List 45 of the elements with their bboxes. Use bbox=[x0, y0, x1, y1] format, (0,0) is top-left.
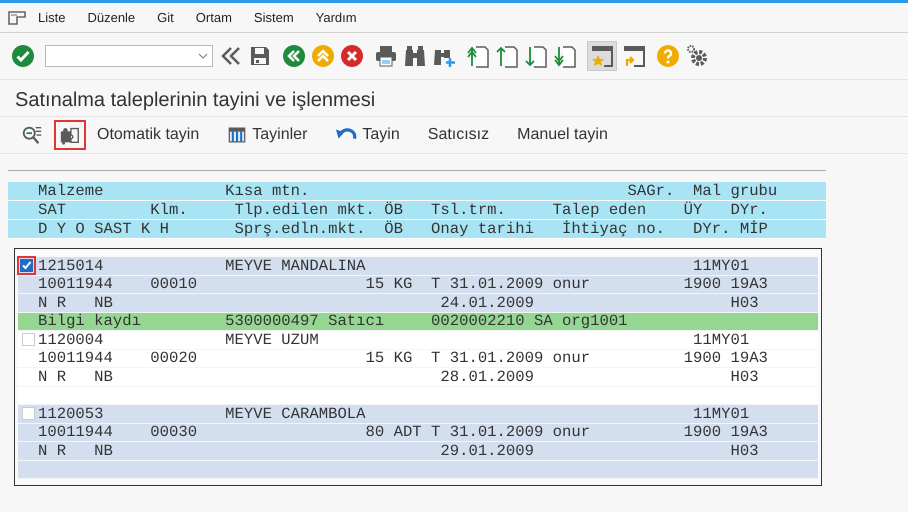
last-page-icon[interactable] bbox=[553, 44, 577, 68]
cancel-icon[interactable] bbox=[340, 44, 364, 68]
list-line: 1120053 MEYVE CARAMBOLA 11MY01 bbox=[38, 404, 750, 423]
menu-icon[interactable] bbox=[8, 10, 26, 24]
toolbar-button[interactable]: Tayin bbox=[330, 120, 405, 150]
toolbar-button[interactable]: Satıcısız bbox=[422, 120, 494, 150]
column-header-line: D Y O SAST K H Sprş.edln.mkt. ÖB Onay tarihi İhtiyaç no. DYr. MİP bbox=[8, 220, 826, 239]
menu-item[interactable]: Yardım bbox=[316, 10, 357, 25]
menu-item[interactable]: Git bbox=[157, 10, 174, 25]
menu-item[interactable]: Düzenle bbox=[87, 10, 136, 25]
menu-item[interactable]: Liste bbox=[38, 10, 66, 25]
next-page-icon[interactable] bbox=[524, 44, 548, 68]
dropdown-caret-icon[interactable] bbox=[198, 53, 208, 59]
list-line: N R NB 28.01.2009 H03 bbox=[38, 368, 759, 386]
toolbar-button[interactable]: Manuel tayin bbox=[512, 120, 613, 150]
checkbox[interactable] bbox=[20, 259, 32, 272]
list-line: 10011944 00010 15 KG T 31.01.2009 onur 1900 19A3 bbox=[38, 275, 768, 294]
save-icon[interactable] bbox=[248, 44, 272, 68]
menu-item[interactable]: Sistem bbox=[254, 10, 294, 25]
toolbar-icon-button[interactable] bbox=[54, 120, 86, 150]
previous-page-icon[interactable] bbox=[495, 44, 519, 68]
toolbar-button[interactable]: Tayinler bbox=[222, 120, 312, 150]
list-line: 1215014 MEYVE MANDALINA 11MY01 bbox=[38, 256, 750, 275]
list-line: N R NB 29.01.2009 H03 bbox=[38, 442, 759, 460]
list-line: 10011944 00030 80 ADT T 31.01.2009 onur 1900 19A3 bbox=[38, 423, 768, 442]
list-line: N R NB 24.01.2009 H03 bbox=[38, 294, 759, 312]
screen-title: Satınalma taleplerinin tayini ve işlenmesi bbox=[14, 88, 376, 112]
print-icon[interactable] bbox=[374, 44, 398, 68]
column-header-line: Malzeme Kısa mtn. SAGr. Mal grubu bbox=[8, 182, 826, 201]
menu-item[interactable]: Ortam bbox=[196, 10, 232, 25]
back-icon[interactable] bbox=[282, 44, 306, 68]
grid-icon[interactable] bbox=[227, 125, 248, 145]
first-page-icon[interactable] bbox=[466, 44, 490, 68]
select-list-icon[interactable] bbox=[21, 124, 43, 146]
list-line: Bilgi kaydı 5300000497 Satıcı 0020002210 SA org1001 bbox=[38, 312, 628, 330]
settings-icon[interactable] bbox=[685, 44, 709, 68]
command-field[interactable] bbox=[45, 45, 213, 67]
window-arrow-icon[interactable] bbox=[622, 44, 646, 68]
confirm-icon[interactable] bbox=[11, 44, 35, 68]
column-header-line: SAT Klm. Tlp.edilen mkt. ÖB Tsl.trm. Talep eden ÜY DYr. bbox=[8, 201, 826, 220]
list-line: 10011944 00020 15 KG T 31.01.2009 onur 1900 19A3 bbox=[38, 349, 768, 368]
list-line: 1120004 MEYVE UZUM 11MY01 bbox=[38, 330, 750, 349]
window-star-button[interactable] bbox=[587, 41, 617, 71]
toolbar-button[interactable]: Otomatik tayin bbox=[92, 120, 204, 150]
binoculars-icon[interactable] bbox=[403, 44, 427, 68]
